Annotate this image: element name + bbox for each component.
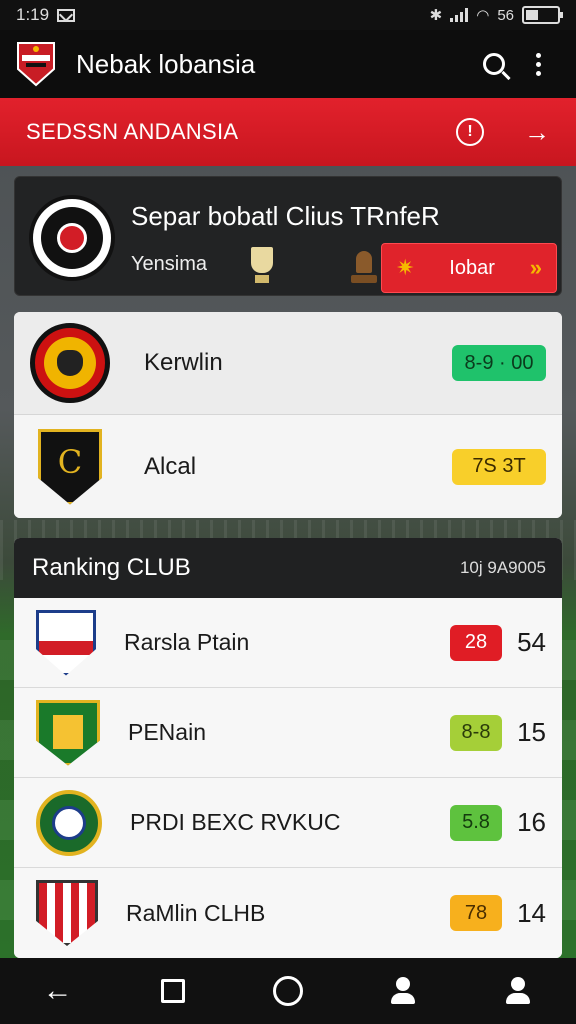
home-circle-icon (272, 976, 303, 1006)
system-nav-bar: ← (0, 958, 576, 1024)
score-badge: 78 (450, 895, 502, 931)
club-name: Rarsla Ptain (124, 629, 250, 655)
score-badge: 8-8 (450, 714, 502, 751)
bluetooth-icon: ✱ (429, 7, 443, 24)
transfer-value-badge: 7S 3T (452, 448, 546, 485)
table-row[interactable]: Rarsla Ptain 28 54 (14, 598, 562, 688)
score-badge: 5.8 (450, 804, 502, 841)
double-chevron-icon: » (529, 255, 542, 280)
search-button[interactable] (472, 42, 516, 86)
signal-icon (450, 8, 469, 22)
points-value: 14 (517, 897, 546, 928)
overflow-menu-button[interactable] (516, 42, 560, 86)
assistant-icon (390, 977, 416, 1005)
season-banner[interactable]: SEDSSN ANDANSIA ! → (0, 98, 576, 166)
transfer-list: Kerwlin 8-9 · 00 C Alcal 7S 3T (14, 312, 562, 518)
search-icon (483, 53, 505, 75)
banner-title: SEDSSN ANDANSIA (26, 119, 239, 144)
home-button[interactable] (258, 961, 318, 1021)
more-vert-icon (535, 52, 541, 76)
app-title: Nebak lobansia (76, 48, 256, 79)
mascot-icon (351, 251, 377, 285)
points-value: 16 (517, 807, 546, 837)
club-name: PENain (128, 719, 206, 745)
ranking-title: Ranking CLUB (32, 554, 191, 581)
transfer-card-subtitle: Yensima (131, 253, 207, 275)
arrow-right-icon[interactable]: → (524, 117, 550, 148)
profile-button[interactable] (488, 961, 548, 1021)
app-bar: Nebak lobansia (0, 30, 576, 98)
info-icon[interactable]: ! (456, 118, 484, 146)
status-bar: 1:19 ✱ ◠ 56 (0, 0, 576, 30)
transfer-action-button[interactable]: ✷ Iobar » (381, 243, 557, 293)
list-item[interactable]: Kerwlin 8-9 · 00 (14, 312, 562, 415)
table-row[interactable]: PENain 8-8 15 (14, 688, 562, 778)
club-crest-icon: C (38, 428, 102, 505)
club-crest-icon (36, 789, 102, 856)
back-icon[interactable]: ← (28, 961, 88, 1021)
club-crest-icon[interactable] (16, 41, 56, 87)
transfer-action-label: Iobar (449, 256, 495, 279)
transfer-card-title: Separ bobatl Clius TRnfeR (131, 201, 440, 231)
mail-notification-icon (57, 8, 76, 22)
club-name: RaMlin CLHB (126, 899, 266, 926)
club-crest-icon (36, 609, 96, 676)
wifi-icon: ◠ (476, 7, 490, 24)
points-value: 54 (517, 627, 546, 657)
star-icon: ✷ (396, 255, 415, 280)
club-crest-icon (36, 880, 98, 946)
network-label: 56 (497, 6, 514, 24)
ranking-header: Ranking CLUB 10j 9A9005 (14, 538, 562, 598)
assistant-button[interactable] (373, 961, 433, 1021)
club-crest-icon (36, 699, 100, 766)
profile-icon (505, 977, 531, 1005)
club-crest-icon (30, 323, 110, 403)
trophy-icon (251, 247, 273, 285)
recents-square-icon (160, 979, 185, 1003)
score-badge: 28 (450, 624, 502, 661)
transfer-feature-card[interactable]: Separ bobatl Clius TRnfeR Yensima ✷ Ioba… (14, 176, 562, 296)
transfer-value-badge: 8-9 · 00 (452, 345, 546, 381)
battery-icon (522, 6, 563, 24)
club-badge-icon (29, 195, 115, 281)
ranking-card: Ranking CLUB 10j 9A9005 Rarsla Ptain 28 … (14, 538, 562, 958)
ranking-date: 10j 9A9005 (459, 558, 546, 577)
list-item[interactable]: C Alcal 7S 3T (14, 415, 562, 518)
status-time: 1:19 (16, 5, 50, 24)
points-value: 15 (517, 717, 546, 747)
club-name: Kerwlin (144, 349, 223, 376)
table-row[interactable]: PRDI BEXC RVKUC 5.8 16 (14, 778, 562, 868)
club-name: PRDI BEXC RVKUC (130, 809, 341, 835)
club-name: Alcal (144, 452, 197, 480)
recents-button[interactable] (143, 961, 203, 1021)
table-row[interactable]: RaMlin CLHB 78 14 (14, 868, 562, 958)
